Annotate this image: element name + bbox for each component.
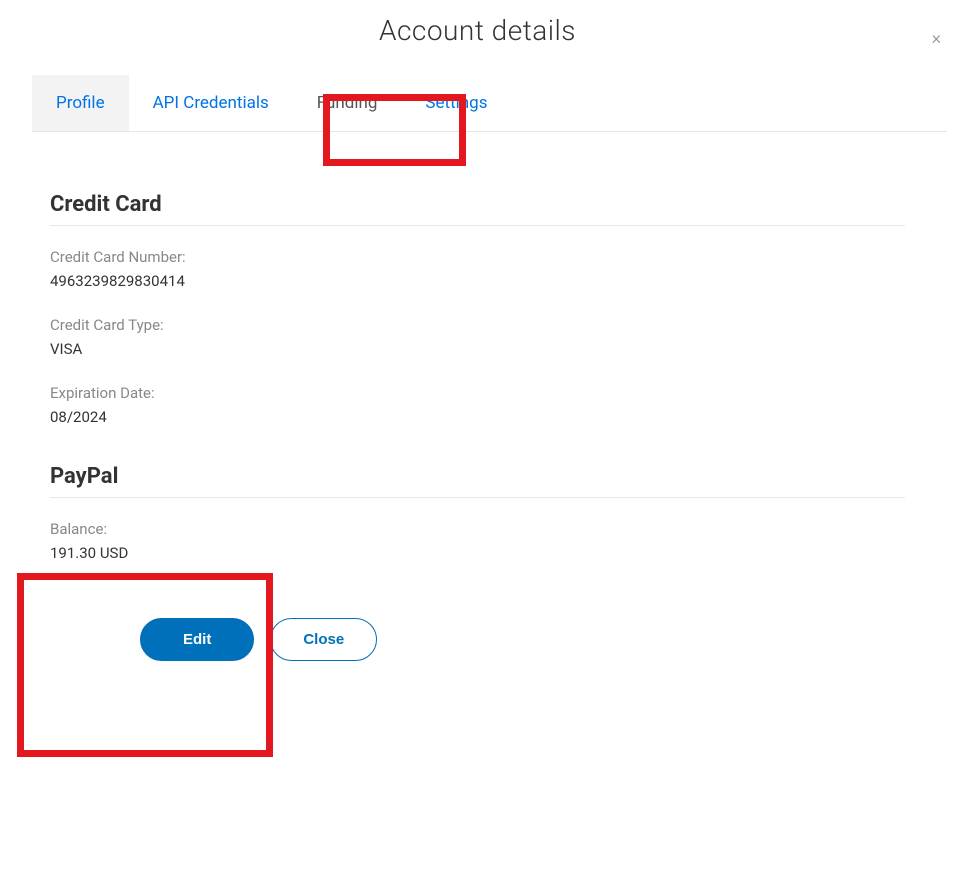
tab-settings[interactable]: Settings [401,75,511,131]
cc-number-value: 4963239829830414 [50,272,905,290]
footer-buttons: Edit Close [140,618,905,661]
cc-number-label: Credit Card Number: [50,248,905,266]
paypal-balance-value: 191.30 USD [50,544,905,562]
cc-exp-value: 08/2024 [50,408,905,426]
paypal-balance-label: Balance: [50,520,905,538]
cc-number-group: Credit Card Number: 4963239829830414 [50,248,905,290]
modal-title: Account details [0,14,955,47]
cc-type-group: Credit Card Type: VISA [50,316,905,358]
paypal-balance-group: Balance: 191.30 USD [50,520,905,562]
tab-bar: Profile API Credentials Funding Settings [32,75,947,132]
paypal-heading: PayPal [50,464,905,498]
account-details-modal: Account details × Profile API Credential… [0,0,955,691]
edit-button[interactable]: Edit [140,618,254,661]
cc-exp-label: Expiration Date: [50,384,905,402]
tab-funding[interactable]: Funding [293,75,402,131]
cc-type-value: VISA [50,340,905,358]
close-icon[interactable]: × [932,30,941,48]
credit-card-heading: Credit Card [50,192,905,226]
funding-content: Credit Card Credit Card Number: 49632398… [0,132,955,691]
tab-api-credentials[interactable]: API Credentials [129,75,293,131]
cc-exp-group: Expiration Date: 08/2024 [50,384,905,426]
close-button[interactable]: Close [270,618,377,661]
tab-profile[interactable]: Profile [32,75,129,131]
cc-type-label: Credit Card Type: [50,316,905,334]
